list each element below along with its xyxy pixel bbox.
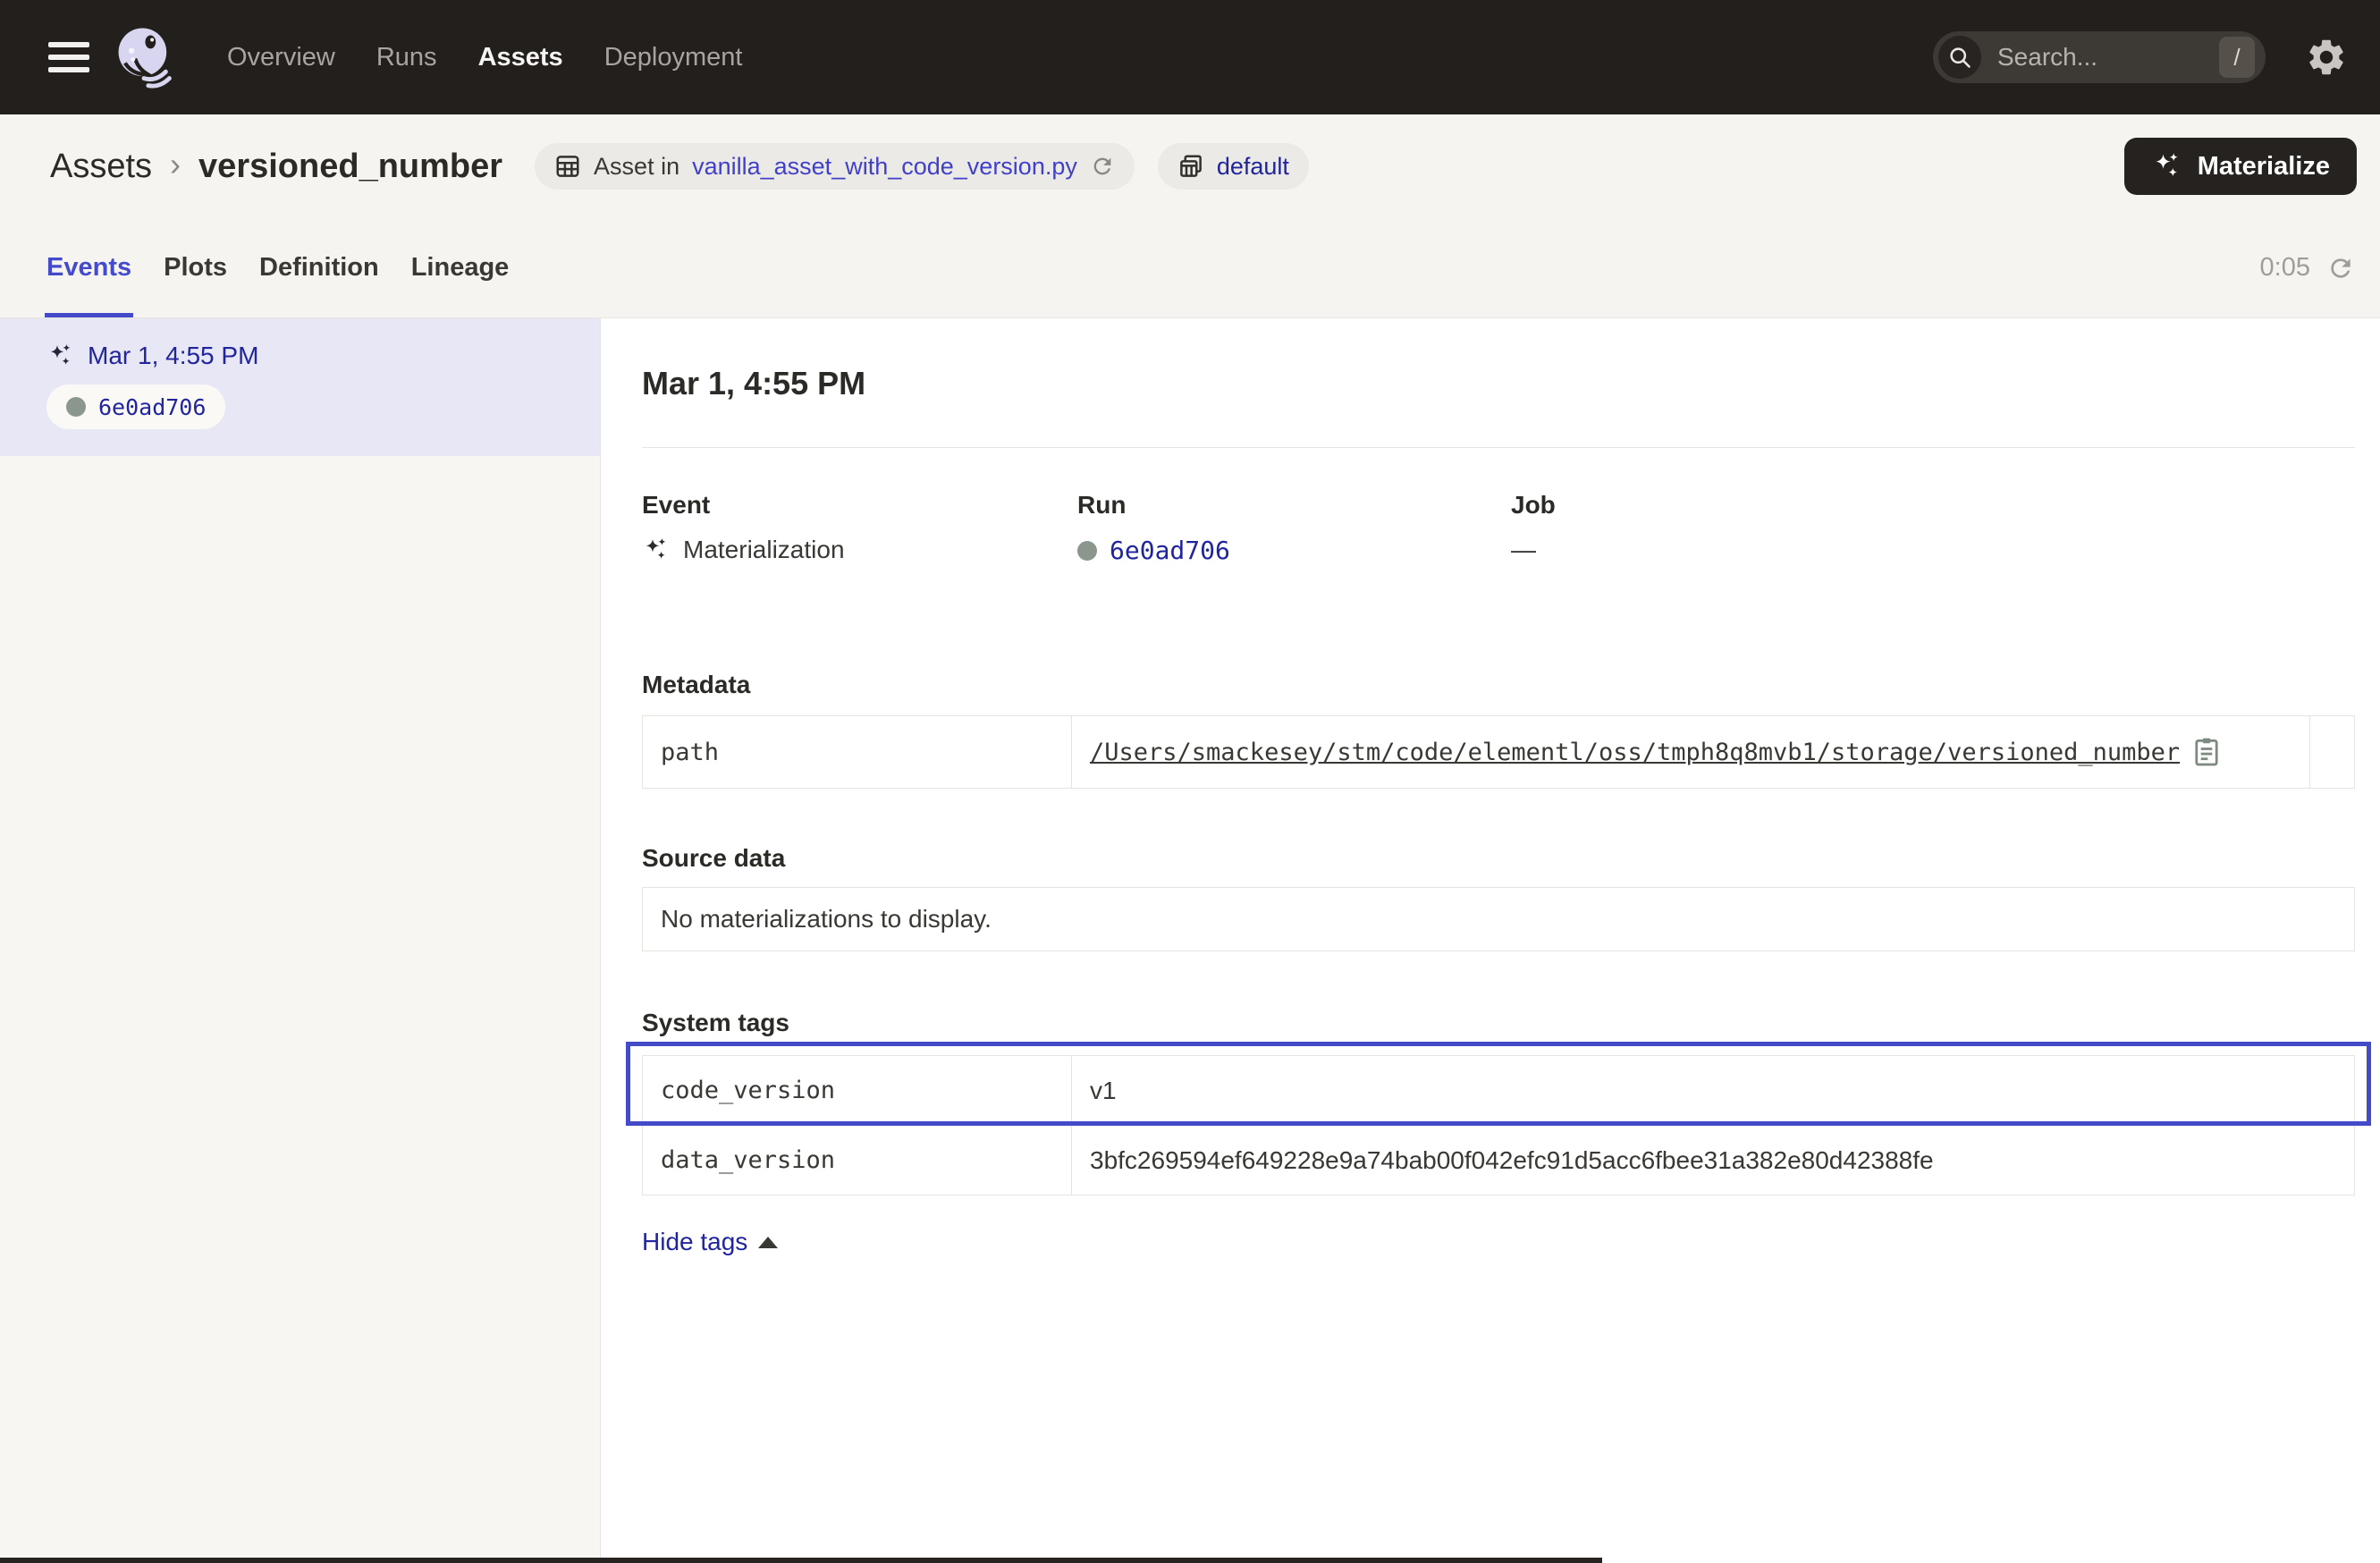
page-title: versioned_number [198, 148, 502, 186]
event-detail-title: Mar 1, 4:55 PM [642, 365, 2355, 402]
tag-key: code_version [643, 1056, 1071, 1125]
materialize-button[interactable]: Materialize [2124, 138, 2357, 195]
dagster-logo-icon[interactable] [109, 22, 179, 92]
top-nav-right: / [1933, 31, 2348, 83]
primary-nav: Overview Runs Assets Deployment [227, 43, 742, 72]
asset-origin-prefix: Asset in [594, 153, 679, 181]
event-timestamp-link[interactable]: Mar 1, 4:55 PM [88, 342, 258, 370]
event-detail-panel: Mar 1, 4:55 PM Event Materialization [601, 318, 2380, 1563]
metadata-table: path /Users/smackesey/stm/code/elementl/… [642, 715, 2355, 789]
top-nav: Overview Runs Assets Deployment / [0, 0, 2380, 114]
table-grid-icon [554, 153, 581, 180]
repository-default-link[interactable]: default [1217, 153, 1289, 181]
window-edge [0, 1558, 1602, 1563]
search-shortcut-key: / [2219, 37, 2255, 78]
materialization-sparkle-icon [642, 536, 671, 564]
tab-lineage[interactable]: Lineage [409, 218, 511, 317]
repository-badge: default [1158, 143, 1309, 190]
metadata-row-spacer [2309, 716, 2354, 788]
reload-code-location-icon[interactable] [1090, 154, 1115, 179]
metadata-key: path [643, 716, 1071, 788]
run-id-label: 6e0ad706 [98, 394, 206, 420]
tab-events[interactable]: Events [45, 218, 133, 317]
settings-gear-icon[interactable] [2305, 36, 2348, 79]
event-list-item-selected[interactable]: Mar 1, 4:55 PM 6e0ad706 [0, 318, 600, 456]
job-empty-value: — [1511, 536, 2355, 564]
search-input[interactable] [1997, 43, 2219, 72]
metadata-path-link[interactable]: /Users/smackesey/stm/code/elementl/oss/t… [1090, 739, 2180, 766]
event-summary: Event Materialization Run [642, 491, 2355, 565]
search-icon [1938, 36, 1981, 79]
materialization-sparkle-icon [46, 342, 75, 370]
source-data-empty-message: No materializations to display. [642, 887, 2355, 951]
tab-plots[interactable]: Plots [162, 218, 229, 317]
event-column-label: Event [642, 491, 1077, 520]
table-row: data_version 3bfc269594ef649228e9a74bab0… [643, 1125, 2354, 1195]
system-tags-heading: System tags [642, 1009, 2355, 1037]
nav-item-assets[interactable]: Assets [478, 43, 563, 72]
materialize-button-label: Materialize [2198, 152, 2330, 182]
run-column-label: Run [1077, 491, 1511, 520]
event-type-value: Materialization [683, 536, 845, 564]
run-id-badge[interactable]: 6e0ad706 [46, 384, 225, 429]
asset-origin-badge: Asset in vanilla_asset_with_code_version… [535, 143, 1135, 190]
event-list-sidebar: Mar 1, 4:55 PM 6e0ad706 [0, 318, 601, 1563]
hide-tags-label: Hide tags [642, 1228, 747, 1256]
system-tags-table: code_version v1 data_version 3bfc269594e… [642, 1055, 2355, 1195]
tag-value: v1 [1071, 1056, 2354, 1125]
nav-item-overview[interactable]: Overview [227, 43, 335, 72]
metadata-heading: Metadata [642, 671, 2355, 699]
asset-tabs: Events Plots Definition Lineage 0:05 [0, 218, 2380, 318]
job-column-label: Job [1511, 491, 2355, 520]
tag-value: 3bfc269594ef649228e9a74bab00f042efc91d5a… [1071, 1126, 2354, 1195]
search-box[interactable]: / [1933, 31, 2266, 83]
page-header: Assets › versioned_number Asset in vanil… [0, 114, 2380, 218]
source-data-heading: Source data [642, 844, 2355, 873]
run-status-dot [66, 397, 86, 417]
tab-definition[interactable]: Definition [257, 218, 381, 317]
hide-tags-link[interactable]: Hide tags [642, 1228, 778, 1256]
nav-item-deployment[interactable]: Deployment [604, 43, 743, 72]
table-row: code_version v1 [643, 1056, 2354, 1125]
run-id-link[interactable]: 6e0ad706 [1110, 536, 1230, 565]
nav-item-runs[interactable]: Runs [376, 43, 437, 72]
repository-grid-icon [1177, 153, 1204, 180]
copy-path-icon[interactable] [2194, 737, 2219, 767]
breadcrumb-assets-link[interactable]: Assets [50, 148, 152, 186]
sparkles-icon [2151, 150, 2183, 182]
caret-up-icon [758, 1237, 778, 1248]
refresh-icon[interactable] [2326, 254, 2355, 283]
tag-key: data_version [643, 1126, 1071, 1195]
table-row: path /Users/smackesey/stm/code/elementl/… [643, 716, 2354, 788]
menu-icon[interactable] [48, 35, 89, 80]
dagster-asset-page: Overview Runs Assets Deployment / [0, 0, 2380, 1563]
breadcrumb-chevron-icon: › [170, 146, 181, 183]
divider [642, 447, 2355, 448]
refresh-countdown: 0:05 [2260, 253, 2310, 283]
run-status-dot [1077, 541, 1097, 561]
asset-file-link[interactable]: vanilla_asset_with_code_version.py [692, 153, 1077, 181]
